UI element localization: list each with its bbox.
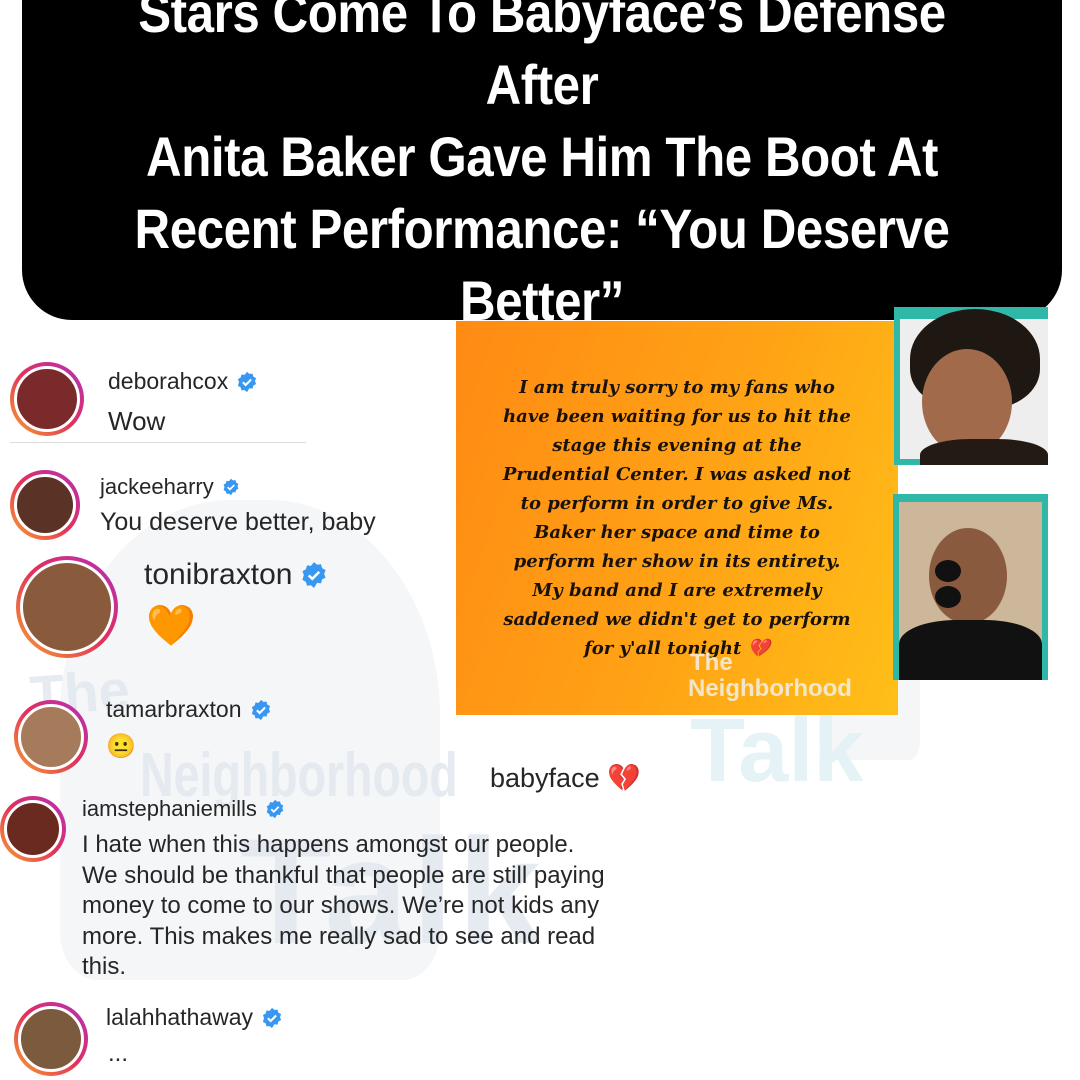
avatar[interactable] — [10, 362, 84, 436]
comment-text-line: I hate when this happens amongst our peo… — [82, 831, 575, 858]
avatar[interactable] — [14, 700, 88, 774]
orange-heart-icon: 🧡 — [146, 604, 196, 648]
comment-text: You deserve better, baby — [100, 508, 376, 536]
statement-line: stage this evening at the — [552, 435, 802, 456]
verified-badge-icon — [262, 1007, 282, 1028]
username-text: deborahcox — [108, 368, 229, 394]
avatar[interactable] — [16, 556, 118, 658]
comment-text: Wow — [108, 406, 166, 436]
comment-divider — [10, 442, 306, 443]
anita-baker-photo — [894, 307, 1048, 465]
username-text: lalahhathaway — [106, 1004, 254, 1030]
comment-username[interactable]: tamarbraxton — [106, 696, 272, 723]
statement-line: to perform in order to give Ms. — [520, 493, 834, 514]
verified-badge-icon — [223, 478, 239, 496]
statement-line: Baker her space and time to — [534, 522, 820, 543]
comment-username[interactable]: jackeeharry — [100, 474, 240, 500]
comment-username[interactable]: lalahhathaway — [106, 1004, 283, 1031]
neutral-face-icon: 😐 — [106, 733, 136, 760]
avatar[interactable] — [10, 470, 80, 540]
avatar[interactable] — [0, 796, 66, 862]
statement-line: Prudential Center. I was asked not — [502, 464, 852, 485]
comment-text: I hate when this happens amongst our peo… — [82, 830, 605, 983]
verified-badge-icon — [266, 799, 284, 819]
comment-text-line: this. — [82, 953, 127, 980]
statement-line: My band and I are extremely — [532, 580, 822, 601]
verified-badge-icon — [238, 371, 257, 392]
babyface-statement-card: I am truly sorry to my fans who have bee… — [456, 321, 898, 715]
headline-line-1: Stars Come To Babyface’s Defense After — [138, 0, 946, 116]
comment-username[interactable]: iamstephaniemills — [82, 796, 285, 822]
username-text: jackeeharry — [100, 474, 214, 499]
statement-line: have been waiting for us to hit the — [503, 406, 851, 427]
babyface-photo — [893, 494, 1048, 680]
babyface-label: babyface 💔 — [490, 763, 641, 793]
statement-line: perform her show in its entirety. — [513, 551, 841, 572]
comment-text-line: more. This makes me really sad to see an… — [82, 922, 596, 950]
verified-badge-icon — [302, 562, 326, 588]
statement-line: I am truly sorry to my fans who — [519, 377, 835, 398]
comment-username[interactable]: tonibraxton — [144, 558, 328, 592]
username-text: tonibraxton — [144, 558, 293, 591]
comment-text: ... — [108, 1040, 129, 1067]
comment-username[interactable]: deborahcox — [108, 368, 258, 395]
verified-badge-icon — [251, 699, 270, 720]
username-text: iamstephaniemills — [82, 796, 257, 821]
statement-text: I am truly sorry to my fans who have bee… — [477, 373, 877, 663]
avatar[interactable] — [14, 1002, 88, 1076]
headline-line-3: Recent Performance: “You Deserve — [134, 197, 950, 260]
headline-banner: Stars Come To Babyface’s Defense After A… — [22, 0, 1062, 332]
headline-title: Stars Come To Babyface’s Defense After A… — [102, 0, 982, 337]
headline-line-2: Anita Baker Gave Him The Boot At — [146, 125, 938, 188]
statement-line: saddened we didn't get to perform — [503, 609, 851, 630]
comment-text-line: We should be thankful that people are st… — [82, 861, 605, 889]
comment-text-line: money to come to our shows. We’re not ki… — [82, 892, 600, 919]
username-text: tamarbraxton — [106, 696, 242, 722]
statement-line: for y'all tonight 💔 — [584, 638, 770, 659]
